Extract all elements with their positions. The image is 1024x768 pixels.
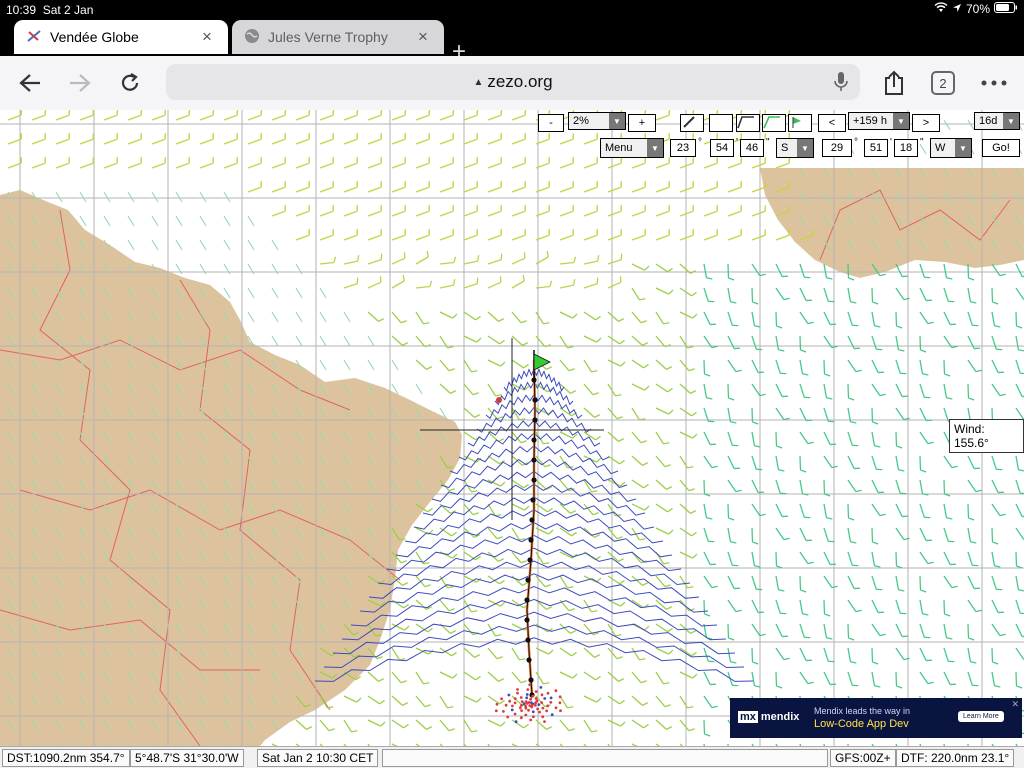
deg-unit: ° [854,137,858,148]
status-date: Sat 2 Jan [42,3,94,17]
route-line [525,359,537,696]
info-bar: DST:1090.2nm 354.7° 5°48.7'S 31°30.0'W S… [0,746,1024,768]
tab-strip: Vendée Globe × Jules Verne Trophy × + [0,18,1024,64]
tab-jules-verne[interactable]: Jules Verne Trophy × [232,20,444,54]
menu-label: Menu [605,142,633,154]
lon-degrees-field[interactable]: 29 [822,139,852,157]
africa-land [760,168,1024,278]
route-tool-icon[interactable] [680,114,704,132]
tab-title: Vendée Globe [50,29,139,45]
menu-select[interactable]: Menu ▼ [600,138,664,158]
routing-map[interactable]: - 2% ▼ + < +159 h ▼ > 16d ▼ Menu ▼ 23 ° 54 '… [0,110,1024,746]
ad-text-line1: Mendix leads the way in [814,706,911,716]
lat-hemisphere-select[interactable]: S ▼ [776,138,814,158]
sec-unit: " [920,137,924,148]
time-offset-value: +159 h [853,115,887,127]
red-marker [496,397,502,403]
zoom-select[interactable]: 2% ▼ [568,112,626,130]
tab-vendee-globe[interactable]: Vendée Globe × [14,20,228,54]
more-icon[interactable] [978,67,1010,99]
forward-icon[interactable] [64,67,96,99]
wind-readout: Wind: 155.6° [949,419,1024,453]
vendee-favicon-icon [26,29,42,46]
forecast-days-select[interactable]: 16d ▼ [974,112,1020,130]
zoom-out-button[interactable]: - [538,114,564,132]
lon-hemisphere-value: W [935,142,946,154]
browser-toolbar: ▲ zezo.org 2 [0,56,1024,110]
reload-icon[interactable] [114,67,146,99]
lat-minutes-field[interactable]: 54 [710,139,734,157]
back-icon[interactable] [14,67,46,99]
gfs-readout: GFS:00Z+ [830,749,896,767]
status-time-date: 10:39 Sat 2 Jan [6,3,93,17]
lat-degrees-field[interactable]: 23 [670,139,696,157]
mendix-logo: mx mendix [738,711,799,723]
location-icon [952,2,962,16]
go-button[interactable]: Go! [982,139,1020,157]
wifi-icon [934,2,948,16]
ad-learn-more-button[interactable]: Learn More [958,711,1004,722]
chevron-down-icon: ▼ [955,139,971,157]
position-readout: 5°48.7'S 31°30.0'W [130,749,244,767]
chevron-down-icon: ▼ [647,139,663,157]
battery-icon [994,2,1018,16]
map-canvas[interactable] [0,110,1024,746]
time-offset-select[interactable]: +159 h ▼ [848,112,910,130]
chevron-down-icon: ▼ [1003,113,1019,129]
chevron-down-icon: ▼ [797,139,813,157]
isochrone-tool-icon[interactable] [736,114,760,132]
time-next-button[interactable]: > [912,114,940,132]
flag-tool-icon[interactable] [788,114,812,132]
tab-title: Jules Verne Trophy [268,29,388,45]
globe-icon [244,28,260,47]
close-tab-icon[interactable]: × [198,27,216,47]
tab-count: 2 [939,75,947,91]
sec-unit: " [766,137,770,148]
time-prev-button[interactable]: < [818,114,846,132]
tab-count-button[interactable]: 2 [931,71,955,95]
empty-info-cell [382,749,828,767]
south-america-land [0,190,462,746]
blank-tool-button[interactable] [709,114,733,132]
fleet-markers [494,683,562,724]
distance-readout: DST:1090.2nm 354.7° [2,749,130,767]
dtf-readout: DTF: 220.0nm 23.1° [896,749,1015,767]
chevron-down-icon: ▼ [893,113,909,129]
zoom-value: 2% [573,115,589,127]
battery-percent: 70% [965,2,990,16]
share-icon[interactable] [878,67,910,99]
chevron-down-icon: ▼ [609,113,625,129]
mendix-brand-name: mendix [760,711,800,723]
status-time: 10:39 [6,3,37,17]
url-text: zezo.org [487,72,553,91]
address-bar[interactable]: ▲ zezo.org [166,64,860,100]
microphone-icon[interactable] [834,71,848,98]
lat-seconds-field[interactable]: 46 [740,139,764,157]
min-unit: ' [736,137,738,148]
mendix-logo-mark: mx [738,711,758,723]
time-readout: Sat Jan 2 10:30 CET [257,749,379,767]
lon-seconds-field[interactable]: 18 [894,139,918,157]
forecast-days-value: 16d [979,115,998,127]
ad-close-icon[interactable]: ✕ [1011,699,1019,710]
close-tab-icon[interactable]: × [414,27,432,47]
mendix-ad-banner[interactable]: mx mendix Mendix leads the way in Low-Cod… [730,698,1022,738]
ios-status-bar: 10:39 Sat 2 Jan 70% [0,0,1024,20]
deg-unit: ° [698,137,702,148]
lon-minutes-field[interactable]: 51 [864,139,888,157]
lon-hemisphere-select[interactable]: W ▼ [930,138,972,158]
status-indicators: 70% [934,2,1018,16]
lat-hemisphere-value: S [781,142,789,154]
wind-tool-icon[interactable] [762,114,786,132]
min-unit: ' [890,137,892,148]
ad-text-line2: Low-Code App Dev [814,718,909,730]
secure-icon: ▲ [473,76,484,88]
zoom-in-button[interactable]: + [628,114,656,132]
